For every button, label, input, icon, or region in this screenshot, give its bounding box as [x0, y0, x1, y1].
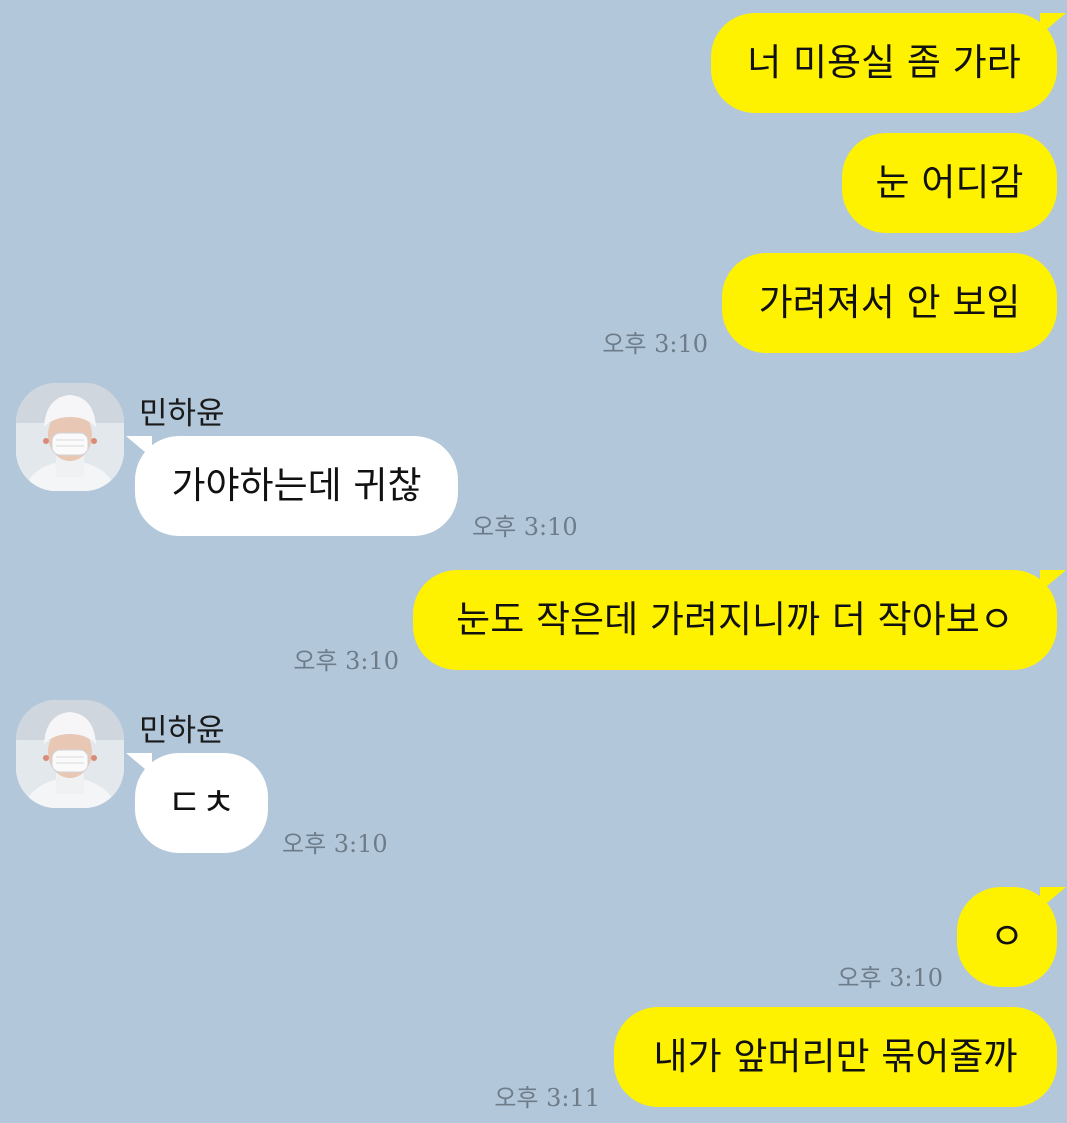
message-text: 눈 어디감 [875, 161, 1024, 204]
message-text: 너 미용실 좀 가라 [747, 41, 1021, 84]
their-message-bubble[interactable]: 가야하는데 귀찮 [126, 436, 458, 536]
message-text: 내가 앞머리만 묶어줄까 [653, 1035, 1018, 1078]
message-text: 가야하는데 귀찮 [171, 464, 422, 507]
my-message-bubble[interactable]: 너 미용실 좀 가라 [711, 13, 1066, 113]
message-text: 가려져서 안 보임 [758, 281, 1021, 324]
message-timestamp: 오후 3:10 [282, 830, 388, 858]
message-timestamp: 오후 3:10 [602, 330, 708, 358]
message-timestamp: 오후 3:10 [472, 513, 578, 541]
message-text: ㅇ [989, 915, 1025, 958]
their-message-bubble[interactable]: ㄷㅊ [126, 753, 268, 853]
sender-name: 민하윤 [139, 713, 225, 749]
my-message-bubble[interactable]: 가려져서 안 보임 [722, 253, 1057, 353]
avatar[interactable] [16, 700, 124, 808]
message-timestamp: 오후 3:11 [494, 1084, 600, 1112]
avatar[interactable] [16, 383, 124, 491]
profile-photo-avatar-icon [16, 383, 124, 491]
bubble-tail [126, 436, 152, 458]
bubble-tail [1040, 570, 1066, 592]
profile-photo-avatar-icon [16, 700, 124, 808]
bubble-tail [1040, 13, 1066, 35]
message-text: ㄷㅊ [167, 781, 236, 824]
bubble-tail [126, 753, 152, 775]
my-message-bubble[interactable]: 내가 앞머리만 묶어줄까 [614, 1007, 1057, 1107]
bubble-tail [1040, 887, 1066, 909]
my-message-bubble[interactable]: ㅇ [957, 887, 1066, 987]
my-message-bubble[interactable]: 눈도 작은데 가려지니까 더 작아보ㅇ [413, 570, 1066, 670]
message-timestamp: 오후 3:10 [837, 964, 943, 992]
message-text: 눈도 작은데 가려지니까 더 작아보ㅇ [456, 598, 1014, 641]
my-message-bubble[interactable]: 눈 어디감 [842, 133, 1057, 233]
message-timestamp: 오후 3:10 [293, 647, 399, 675]
sender-name: 민하윤 [139, 396, 225, 432]
